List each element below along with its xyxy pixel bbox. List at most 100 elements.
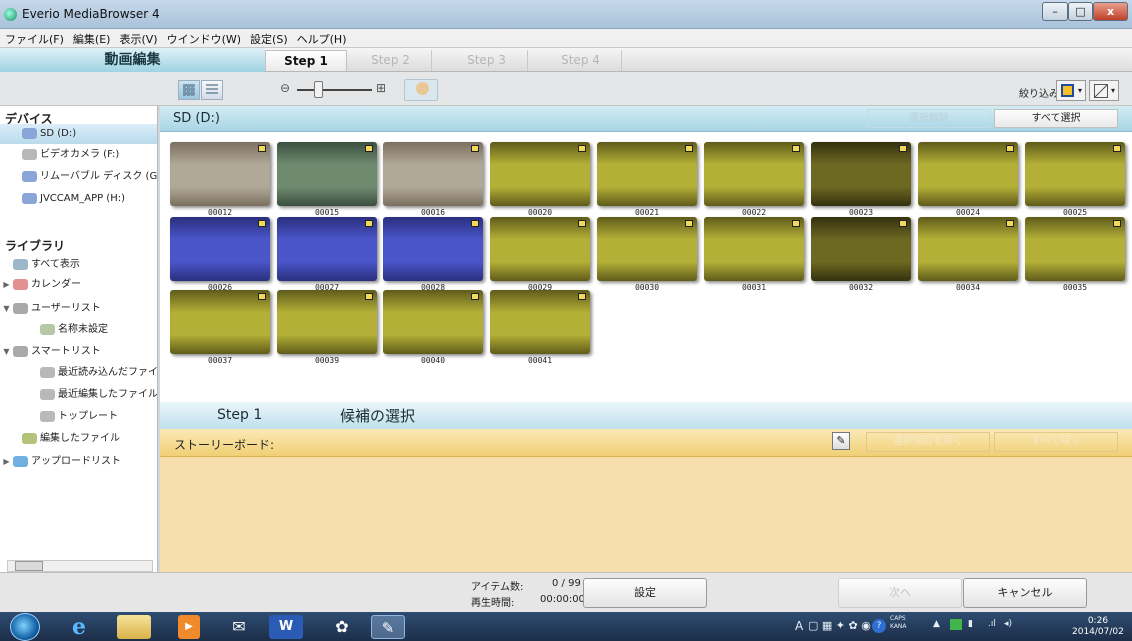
scanner-icon[interactable]: ✉ bbox=[222, 615, 256, 639]
collapse-arrow-icon[interactable]: ▼ bbox=[0, 299, 13, 319]
clip-thumbnail[interactable] bbox=[918, 217, 1018, 281]
network-tray-icon[interactable] bbox=[950, 619, 962, 630]
sidebar-item-untitled[interactable]: 名称未設定 bbox=[0, 320, 157, 340]
expand-arrow-icon[interactable]: ▶ bbox=[0, 452, 13, 472]
sidebar-item-label: カレンダー bbox=[31, 279, 81, 290]
sidebar-item-removable[interactable]: リムーバブル ディスク (G:) bbox=[0, 167, 157, 187]
tab-step-4[interactable]: Step 4 bbox=[540, 50, 622, 71]
scrollbar-thumb[interactable] bbox=[15, 561, 43, 571]
close-button[interactable]: x bbox=[1093, 2, 1128, 21]
sidebar-item-calendar[interactable]: ▶ カレンダー bbox=[0, 275, 157, 295]
clip-label: 00020 bbox=[527, 208, 553, 217]
menu-edit[interactable]: 編集(E) bbox=[68, 29, 115, 47]
clip-thumbnail[interactable] bbox=[490, 217, 590, 281]
expand-arrow-icon[interactable]: ▶ bbox=[0, 275, 13, 295]
tab-step-3[interactable]: Step 3 bbox=[446, 50, 528, 71]
settings-button[interactable]: 設定 bbox=[583, 578, 707, 608]
storyboard-area[interactable] bbox=[160, 457, 1132, 572]
caps-kana-indicator: CAPS KANA bbox=[890, 615, 907, 631]
list-view-button[interactable] bbox=[201, 80, 223, 100]
menu-view[interactable]: 表示(V) bbox=[114, 29, 161, 47]
cancel-button[interactable]: キャンセル bbox=[963, 578, 1087, 608]
clip-thumbnail[interactable] bbox=[383, 142, 483, 206]
zoom-slider-handle[interactable] bbox=[314, 81, 323, 98]
paint-icon[interactable]: ✿ bbox=[325, 615, 359, 639]
clock[interactable]: 0:26 2014/07/02 bbox=[1072, 616, 1124, 638]
sidebar-item-show-all[interactable]: すべて表示 bbox=[0, 255, 157, 275]
flag-icon bbox=[1061, 84, 1074, 97]
clip-thumbnail[interactable] bbox=[597, 142, 697, 206]
clip-thumbnail[interactable] bbox=[383, 217, 483, 281]
help-icon[interactable]: ? bbox=[872, 619, 886, 633]
battery-icon[interactable]: ▮ bbox=[968, 619, 973, 629]
filter-flag-dropdown[interactable]: ▾ bbox=[1056, 80, 1086, 101]
clip-thumbnail[interactable] bbox=[170, 217, 270, 281]
clip-marker-icon bbox=[258, 145, 266, 152]
media-player-icon[interactable]: ▶ bbox=[178, 615, 200, 639]
sidebar-item-label: JVCCAM_APP (H:) bbox=[40, 193, 125, 204]
remove-selected-button[interactable]: 選択項目を除く bbox=[866, 432, 990, 452]
tray-icons[interactable]: ▢ ▦ ✦ ✿ ◉ bbox=[808, 619, 871, 632]
sidebar-item-upload-list[interactable]: ▶ アップロードリスト bbox=[0, 452, 157, 472]
thumbnail-view-button[interactable] bbox=[178, 80, 200, 100]
sidebar-item-label: ビデオカメラ (F:) bbox=[40, 149, 120, 160]
zoom-slider-track[interactable] bbox=[297, 89, 372, 91]
sidebar-item-recently-edited[interactable]: 最近編集したファイル bbox=[0, 385, 157, 405]
menu-window[interactable]: ウインドウ(W) bbox=[162, 29, 245, 47]
clip-thumbnail[interactable] bbox=[1025, 142, 1125, 206]
select-all-button[interactable]: すべて選択 bbox=[994, 109, 1118, 128]
filter-rating-dropdown[interactable]: ▾ bbox=[1089, 80, 1119, 101]
clip-thumbnail[interactable] bbox=[170, 290, 270, 354]
info-button[interactable] bbox=[404, 79, 438, 101]
sidebar-item-user-list[interactable]: ▼ ユーザーリスト bbox=[0, 299, 157, 319]
info-icon bbox=[416, 82, 429, 95]
clip-thumbnail[interactable] bbox=[597, 217, 697, 281]
sidebar-item-recently-imported[interactable]: 最近読み込んだファイル bbox=[0, 363, 157, 383]
clip-thumbnail[interactable] bbox=[277, 142, 377, 206]
zoom-in-icon[interactable]: ⊞ bbox=[376, 81, 386, 95]
sidebar-item-edited-files[interactable]: 編集したファイル bbox=[0, 429, 157, 449]
clip-thumbnail[interactable] bbox=[704, 142, 804, 206]
start-button[interactable] bbox=[10, 613, 40, 641]
clip-thumbnail[interactable] bbox=[1025, 217, 1125, 281]
sidebar-item-label: スマートリスト bbox=[31, 346, 101, 357]
tab-step-1[interactable]: Step 1 bbox=[265, 50, 347, 71]
volume-icon[interactable]: ◂) bbox=[1004, 619, 1012, 629]
clip-thumbnail[interactable] bbox=[277, 290, 377, 354]
mediabrowser-taskbar-icon[interactable]: ✎ bbox=[371, 615, 405, 639]
deselect-button[interactable]: 選択解除 bbox=[867, 109, 991, 128]
show-hidden-icons[interactable]: ▲ bbox=[933, 619, 940, 629]
clip-thumbnail[interactable] bbox=[490, 142, 590, 206]
clip-thumbnail[interactable] bbox=[811, 217, 911, 281]
internet-explorer-icon[interactable]: e bbox=[62, 615, 96, 639]
sidebar-item-smart-list[interactable]: ▼ スマートリスト bbox=[0, 342, 157, 362]
zoom-out-icon[interactable]: ⊖ bbox=[280, 81, 290, 95]
sidebar-item-top-rated[interactable]: トップレート bbox=[0, 407, 157, 427]
sidebar-item-sd[interactable]: SD (D:) bbox=[0, 124, 157, 144]
sidebar-item-videocamera[interactable]: ビデオカメラ (F:) bbox=[0, 145, 157, 165]
clip-thumbnail[interactable] bbox=[811, 142, 911, 206]
clip-thumbnail[interactable] bbox=[704, 217, 804, 281]
clock-date: 2014/07/02 bbox=[1072, 627, 1124, 637]
minimize-button[interactable]: – bbox=[1042, 2, 1068, 21]
remove-all-button[interactable]: すべて除く bbox=[994, 432, 1118, 452]
clip-marker-icon bbox=[792, 145, 800, 152]
storyboard-clear-icon[interactable]: ✎ bbox=[832, 432, 850, 450]
clip-thumbnail[interactable] bbox=[277, 217, 377, 281]
menu-settings[interactable]: 設定(S) bbox=[245, 29, 292, 47]
clip-thumbnail[interactable] bbox=[170, 142, 270, 206]
next-button[interactable]: 次へ bbox=[838, 578, 962, 608]
clip-thumbnail[interactable] bbox=[918, 142, 1018, 206]
menu-help[interactable]: ヘルプ(H) bbox=[292, 29, 351, 47]
tab-step-2[interactable]: Step 2 bbox=[350, 50, 432, 71]
signal-icon[interactable]: .ıl bbox=[988, 619, 996, 629]
maximize-button[interactable]: □ bbox=[1068, 2, 1093, 21]
ime-icon[interactable]: A bbox=[795, 619, 803, 633]
explorer-icon[interactable] bbox=[117, 615, 151, 639]
clip-thumbnail[interactable] bbox=[383, 290, 483, 354]
word-icon[interactable]: W bbox=[269, 615, 303, 639]
clip-thumbnail[interactable] bbox=[490, 290, 590, 354]
menu-file[interactable]: ファイル(F) bbox=[0, 29, 68, 47]
collapse-arrow-icon[interactable]: ▼ bbox=[0, 342, 13, 362]
sidebar-item-jvccam[interactable]: JVCCAM_APP (H:) bbox=[0, 189, 157, 209]
